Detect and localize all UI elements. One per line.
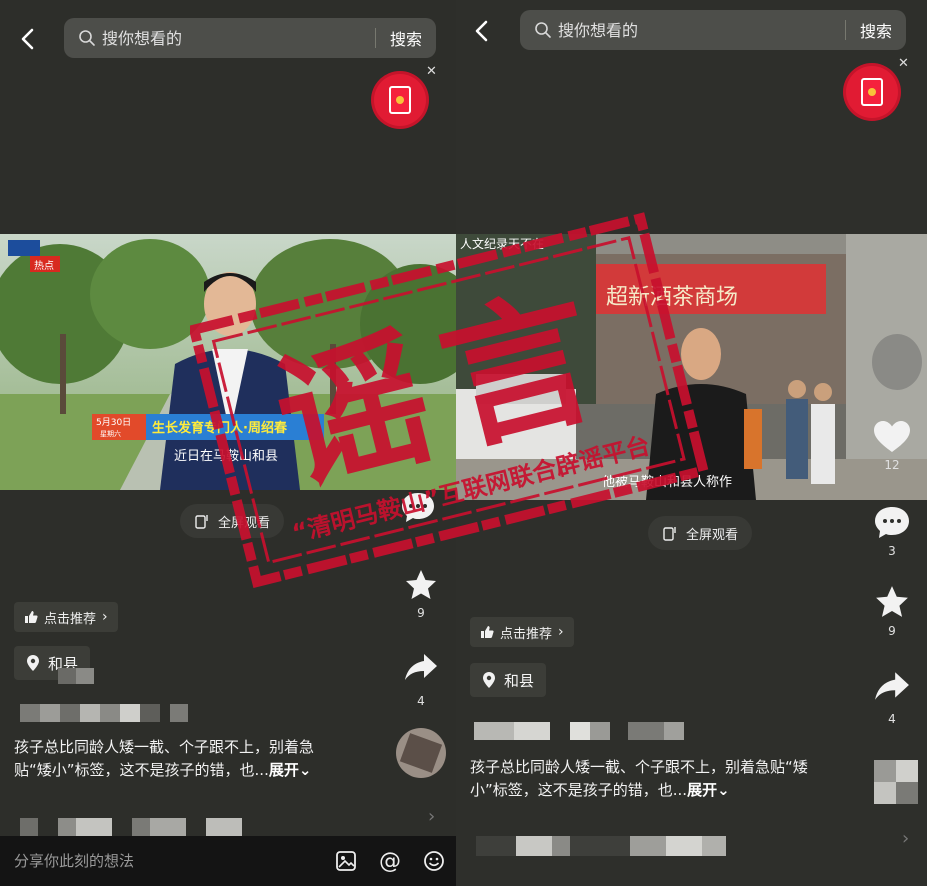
favorite-count: 9 <box>417 606 425 620</box>
comment-count: 3 <box>888 544 896 558</box>
red-packet-button[interactable] <box>374 74 426 126</box>
news-date: 5月30日 <box>96 417 131 428</box>
favorite-action[interactable]: 9 <box>404 568 438 620</box>
heart-icon <box>874 421 910 452</box>
rotate-screen-icon <box>195 515 208 529</box>
comment-icon <box>402 493 434 522</box>
chevron-down-icon: ⌄ <box>717 781 730 799</box>
author-avatar[interactable] <box>396 728 446 778</box>
search-bar[interactable]: 搜索 <box>520 10 906 50</box>
back-arrow-icon <box>21 28 34 50</box>
favorite-action[interactable]: 9 <box>874 584 910 638</box>
author-avatar[interactable] <box>872 334 922 390</box>
favorite-count: 9 <box>888 624 896 638</box>
video-player[interactable]: 超新酒茶商场 人文纪录天不在 他被马鞍山和县人称作 <box>456 234 927 500</box>
blurred-music-avatar[interactable] <box>874 760 918 804</box>
search-icon <box>535 22 551 38</box>
red-envelope-icon <box>861 78 883 106</box>
search-button[interactable]: 搜索 <box>376 26 436 50</box>
right-screenshot: 搜索 ✕ 超新酒茶商场 人文纪录天不在 他被马鞍山和县人称作 <box>456 0 927 886</box>
recommend-button[interactable]: 点击推荐 › <box>14 602 118 632</box>
search-bar[interactable]: 搜索 <box>64 18 436 58</box>
video-description[interactable]: 孩子总比同龄人矮一截、个子跟不上，别着急贴“矮小”标签，这不是孩子的错，也...… <box>470 756 820 802</box>
search-button[interactable]: 搜索 <box>846 18 906 42</box>
video-top-caption: 人文纪录天不在 <box>460 236 544 251</box>
description-text: 孩子总比同龄人矮一截、个子跟不上，别着急贴“矮小”标签，这不是孩子的错，也... <box>470 758 808 799</box>
full-screen-label: 全屏观看 <box>686 527 739 543</box>
comment-icon <box>875 507 909 538</box>
full-screen-label: 全屏观看 <box>218 515 271 531</box>
shop-sign-text: 超新酒茶商场 <box>606 285 738 310</box>
news-weekday: 星期六 <box>100 429 121 438</box>
video-subtitle: 他被马鞍山和县人称作 <box>602 474 732 490</box>
chevron-right-icon: › <box>558 624 564 640</box>
rotate-screen-icon <box>663 527 676 541</box>
recommend-button[interactable]: 点击推荐 › <box>470 617 574 647</box>
chevron-right-icon: › <box>102 609 108 625</box>
blurred-topic <box>476 836 726 856</box>
like-action[interactable]: 12 <box>873 420 911 472</box>
video-subtitle: 近日在马鞍山和县 <box>174 448 278 464</box>
expand-button[interactable]: 展开 <box>269 761 299 779</box>
thumbs-up-icon <box>25 611 38 623</box>
search-icon <box>79 30 95 46</box>
video-description[interactable]: 孩子总比同龄人矮一截、个子跟不上，别着急贴“矮小”标签，这不是孩子的错，也...… <box>14 736 350 782</box>
back-button[interactable] <box>12 24 42 54</box>
back-arrow-icon <box>475 20 488 42</box>
at-icon: @ <box>379 848 401 874</box>
blurred-username <box>474 722 684 740</box>
full-screen-button[interactable]: 全屏观看 <box>648 516 753 550</box>
video-frame: 超新酒茶商场 人文纪录天不在 他被马鞍山和县人称作 <box>456 234 927 500</box>
search-input[interactable] <box>102 28 375 48</box>
comment-action[interactable]: 3 <box>873 504 911 558</box>
like-count: 12 <box>884 458 900 472</box>
image-button[interactable] <box>324 850 368 872</box>
topic-chevron-icon[interactable]: › <box>902 828 909 849</box>
chevron-down-icon: ⌄ <box>298 761 312 779</box>
video-frame: 热点 5月30日 星期六 生长发育专门人·周绍春 近日在马鞍山和县 <box>0 234 456 490</box>
red-packet-close-icon[interactable]: ✕ <box>426 64 437 79</box>
share-action[interactable]: 4 <box>404 652 438 708</box>
emoji-button[interactable] <box>412 850 456 872</box>
video-badge-text: 热点 <box>34 259 54 272</box>
location-pin-icon <box>27 655 39 671</box>
recommend-label: 点击推荐 <box>500 626 553 642</box>
red-packet-button[interactable] <box>846 66 898 118</box>
mention-button[interactable]: @ <box>368 849 412 874</box>
image-icon <box>336 851 356 871</box>
topic-chevron-icon[interactable]: › <box>428 806 435 827</box>
recommend-label: 点击推荐 <box>44 611 97 627</box>
share-icon <box>405 654 437 680</box>
share-icon <box>875 672 909 700</box>
left-screenshot: 搜索 ✕ <box>0 0 456 886</box>
star-icon <box>876 586 908 617</box>
emoji-icon <box>424 851 444 871</box>
share-action[interactable]: 4 <box>874 670 910 726</box>
thumbs-up-icon <box>481 626 494 638</box>
location-label: 和县 <box>504 671 535 690</box>
share-count: 4 <box>417 694 425 708</box>
news-headline: 生长发育专门人·周绍春 <box>152 420 288 436</box>
comment-bar[interactable]: @ <box>0 836 456 886</box>
comment-input[interactable] <box>14 852 324 870</box>
red-packet-close-icon[interactable]: ✕ <box>898 56 909 71</box>
blurred-topic <box>20 818 250 836</box>
share-count: 4 <box>888 712 896 726</box>
star-icon <box>406 570 436 599</box>
comment-action[interactable] <box>400 490 436 524</box>
red-envelope-icon <box>389 86 411 114</box>
blurred-text <box>58 668 94 684</box>
search-input[interactable] <box>558 20 845 40</box>
location-pin-icon <box>483 672 495 688</box>
full-screen-button[interactable]: 全屏观看 <box>180 504 285 538</box>
expand-button[interactable]: 展开 <box>687 781 717 799</box>
video-player[interactable]: 热点 5月30日 星期六 生长发育专门人·周绍春 近日在马鞍山和县 <box>0 234 456 490</box>
location-tag[interactable]: 和县 <box>470 663 547 697</box>
back-button[interactable] <box>466 16 496 46</box>
blurred-username <box>20 704 190 722</box>
